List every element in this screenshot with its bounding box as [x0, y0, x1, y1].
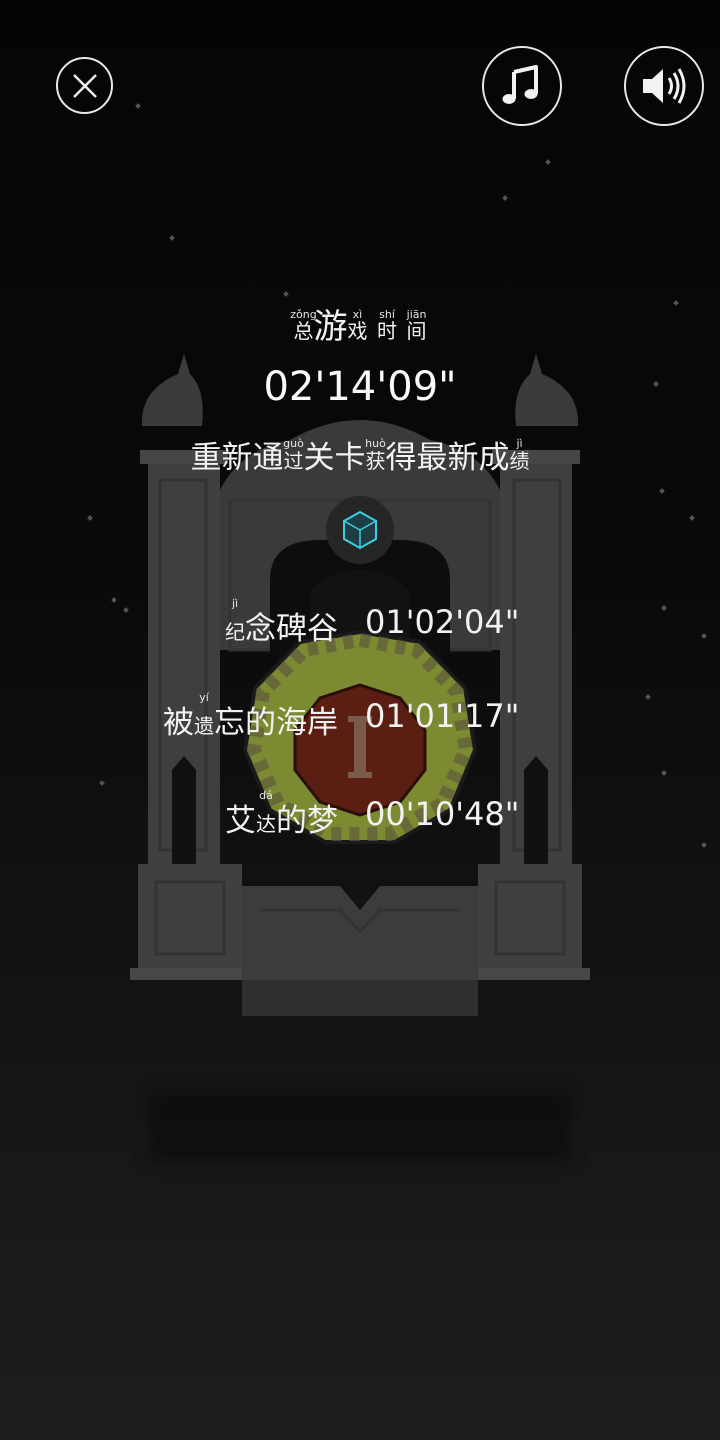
- note-char: jì 绩: [510, 436, 530, 483]
- pinyin: jiān: [406, 308, 427, 321]
- note-text: 得最新成: [385, 440, 510, 476]
- pinyin: dá: [259, 789, 273, 802]
- ground-shadow: [150, 1090, 570, 1162]
- total-time-value: 02'14'09": [263, 364, 457, 410]
- pinyin: jì: [516, 437, 523, 450]
- level-name-text: 艾: [225, 803, 256, 839]
- level-time: 00'10'48": [365, 795, 520, 833]
- sound-toggle-button[interactable]: [624, 46, 704, 126]
- close-button[interactable]: [56, 57, 113, 114]
- note-char: guò 过: [283, 436, 304, 483]
- hanzi: 遗: [194, 714, 214, 738]
- hanzi: 达: [256, 812, 276, 836]
- pinyin: yí: [199, 691, 209, 704]
- level-name-text: 的梦: [276, 803, 338, 839]
- title-char: xì 戏: [347, 307, 367, 353]
- replay-note: 重新通 guò 过关卡 huò 获得最新成 jì 绩: [0, 436, 720, 483]
- level-name-text: 念碑谷: [245, 611, 338, 647]
- music-toggle-button[interactable]: [482, 46, 562, 126]
- level-name-text: 忘的海岸: [214, 705, 338, 741]
- pinyin: xì: [352, 308, 363, 321]
- hanzi: 纪: [225, 620, 245, 644]
- level-name: 被 yí 遗忘的海岸: [163, 691, 338, 742]
- title-char: 游: [313, 305, 347, 349]
- note-text: 重新通: [190, 440, 284, 476]
- pinyin: huò: [365, 437, 386, 450]
- title-char: shí 时: [377, 307, 397, 353]
- hanzi: 游: [313, 307, 348, 347]
- level-row-forgotten-shores[interactable]: 被 yí 遗忘的海岸 01'01'17": [0, 691, 720, 747]
- pinyin: shí: [379, 308, 395, 321]
- title-char: zǒng 总: [290, 307, 316, 353]
- note-char: huò 获: [365, 436, 386, 483]
- note-text: 关卡: [303, 440, 366, 476]
- level-name: jì 纪念碑谷: [225, 597, 338, 648]
- level-time: 01'01'17": [365, 697, 520, 735]
- pinyin: jì: [231, 597, 239, 610]
- level-row-idas-dream[interactable]: 艾 dá 达的梦 00'10'48": [0, 789, 720, 845]
- music-note-icon: [502, 65, 538, 104]
- level-row-monument-valley[interactable]: jì 纪念碑谷 01'02'04": [0, 597, 720, 653]
- level-time: 01'02'04": [365, 603, 520, 641]
- close-icon: [72, 73, 97, 98]
- level-name-text: 被: [163, 705, 194, 741]
- pinyin: guò: [283, 437, 304, 450]
- speaker-icon: [643, 68, 686, 104]
- title-char: jiān 间: [407, 307, 427, 353]
- total-game-time-heading: zǒng 总游 xì 戏 shí 时 jiān 间: [0, 305, 720, 353]
- level-name: 艾 dá 达的梦: [225, 789, 338, 840]
